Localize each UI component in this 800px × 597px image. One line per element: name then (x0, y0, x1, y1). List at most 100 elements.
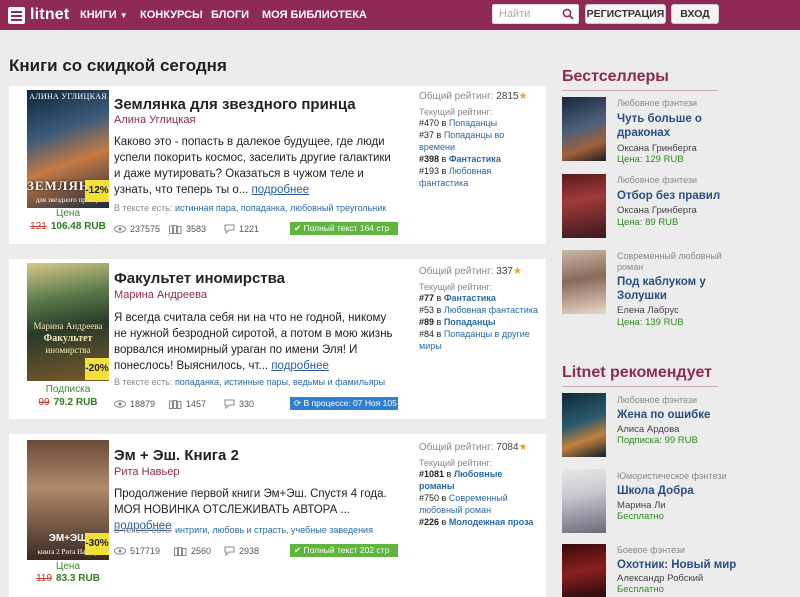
rank-in: в (439, 517, 449, 527)
site-logo[interactable]: litnet (8, 5, 69, 25)
nav-item-my-library[interactable]: МОЯ БИБЛИОТЕКА (262, 9, 367, 21)
book-cover[interactable]: Марина Андреева Факультет иномирства -20… (27, 263, 109, 381)
rank-line: #398 в Фантастика (419, 153, 539, 165)
overall-rating: Общий рейтинг: 7084★ (419, 442, 539, 453)
eye-icon (114, 225, 126, 233)
rank-line: #37 в Попаданцы во времени (419, 129, 539, 153)
status-badge: ⟳ В процессе: 07 Ноя 105 стр (290, 397, 412, 410)
status-badge: ✔ Полный текст 164 стр (290, 222, 398, 235)
search-input[interactable] (493, 5, 559, 23)
more-link[interactable]: подробнее (271, 360, 329, 372)
book-title[interactable]: Под каблуком у Золушки (617, 275, 742, 303)
rank-number: #470 (419, 118, 440, 128)
rank-number: #1081 (419, 469, 445, 479)
views-stat: 517719 (114, 546, 160, 556)
tags-prefix: В тексте есть: (114, 525, 173, 535)
book-cover[interactable] (562, 393, 606, 457)
old-price: 99 (38, 397, 50, 408)
login-button[interactable]: ВХОД (671, 4, 719, 24)
rank-number: #226 (419, 517, 440, 527)
library-count: 1457 (186, 399, 207, 409)
book-cover[interactable] (562, 174, 606, 238)
nav-item-books[interactable]: КНИГИ ▼ (80, 9, 128, 21)
book-title[interactable]: Жена по ошибке (617, 408, 742, 422)
rank-line: #53 в Любовная фантастика (419, 304, 539, 316)
rank-category-link[interactable]: Молодежная проза (449, 517, 534, 527)
current-rating-label: Текущий рейтинг: (419, 458, 493, 468)
rank-in: в (439, 118, 449, 128)
rank-category-link[interactable]: Любовная фантастика (444, 305, 538, 315)
book-title[interactable]: Отбор без правил (617, 189, 742, 203)
search-icon[interactable] (562, 8, 574, 20)
register-button[interactable]: РЕГИСТРАЦИЯ (585, 4, 666, 24)
bestseller-item[interactable]: Любовное фэнтези Отбор без правил Оксана… (562, 174, 742, 244)
rank-category-link[interactable]: Попаданцы (449, 118, 497, 128)
star-icon: ★ (512, 266, 522, 277)
comments-count: 2938 (239, 546, 260, 556)
rank-number: #37 (419, 130, 435, 140)
book-author[interactable]: Марина Андреева (114, 289, 207, 301)
cover-title-text: Факультет (43, 333, 93, 344)
library-count: 3583 (186, 224, 207, 234)
book-title[interactable]: Эм + Эш. Книга 2 (114, 447, 239, 464)
genre-label: Современный любовный роман (617, 251, 722, 272)
genre-label: Любовное фэнтези (617, 395, 698, 405)
bestseller-item[interactable]: Любовное фэнтези Чуть больше о драконах … (562, 97, 742, 167)
book-price: Бесплатно (617, 584, 664, 595)
rank-line: #77 в Фантастика (419, 292, 539, 304)
rank-line: #226 в Молодежная проза (419, 516, 539, 528)
recommended-item[interactable]: Боевое фэнтези Охотник: Новый мир Алекса… (562, 544, 742, 597)
book-cover[interactable]: АЛИНА УГЛИЦКАЯ ЗЕМЛЯНКА для звездного пр… (27, 90, 109, 208)
book-author: Александр Робский (617, 573, 704, 584)
tags-links[interactable]: попаданка, истинные пары, ведьмы и фамил… (175, 377, 385, 387)
book-author[interactable]: Алина Углицкая (114, 114, 195, 126)
comment-icon (224, 224, 235, 234)
book-cover[interactable] (562, 250, 606, 314)
comments-stat: 2938 (224, 546, 259, 556)
recommended-item[interactable]: Юмористическое фэнтези Школа Добра Марин… (562, 469, 742, 539)
rank-category-link[interactable]: Попаданцы (444, 317, 496, 327)
book-cover[interactable] (562, 97, 606, 161)
rating-value: 2815 (496, 91, 519, 102)
book-title[interactable]: Чуть больше о драконах (617, 112, 742, 140)
recommended-item[interactable]: Любовное фэнтези Жена по ошибке Алиса Ар… (562, 393, 742, 463)
book-title[interactable]: Охотник: Новый мир (617, 558, 742, 572)
tags-prefix: В тексте есть: (114, 203, 173, 213)
discount-badge: -30% (85, 533, 109, 555)
tags-links[interactable]: интриги, любовь и страсть, учебные завед… (175, 525, 373, 535)
current-price: 79.2 RUB (53, 397, 98, 408)
views-count: 237575 (130, 224, 161, 234)
description-text: Я всегда считала себя ни на что не годно… (114, 312, 393, 372)
nav-label: КНИГИ (80, 9, 117, 21)
nav-item-contests[interactable]: КОНКУРСЫ (140, 9, 203, 21)
book-author[interactable]: Рита Навьер (114, 466, 179, 478)
discount-badge: -20% (85, 358, 109, 380)
more-link[interactable]: подробнее (252, 184, 310, 196)
book-title[interactable]: Землянка для звездного принца (114, 96, 356, 113)
library-stat: 1457 (169, 399, 206, 409)
price-label: Подписка (45, 384, 91, 395)
comments-stat: 330 (224, 399, 254, 409)
book-title[interactable]: Школа Добра (617, 484, 742, 498)
book-cover[interactable] (562, 544, 606, 597)
views-count: 517719 (130, 546, 161, 556)
views-stat: 237575 (114, 224, 160, 234)
bestseller-item[interactable]: Современный любовный роман Под каблуком … (562, 250, 742, 328)
current-rating-label: Текущий рейтинг: (419, 282, 493, 292)
search-box (492, 4, 579, 24)
tags-links[interactable]: истинная пара, попаданка, любовный треуг… (175, 203, 386, 213)
rank-category-link[interactable]: Фантастика (449, 154, 501, 164)
book-title[interactable]: Факультет иномирства (114, 270, 285, 287)
page-title: Книги со скидкой сегодня (9, 56, 227, 75)
current-rating-label: Текущий рейтинг: (419, 107, 493, 117)
book-cover[interactable] (562, 469, 606, 533)
top-navigation-bar: litnet КНИГИ ▼ КОНКУРСЫ БЛОГИ МОЯ БИБЛИОТ… (0, 0, 800, 30)
divider (562, 386, 718, 387)
nav-item-blogs[interactable]: БЛОГИ (211, 9, 249, 21)
book-cover[interactable]: ЭМ+ЭШ книга 2 Рита Навьер -30% (27, 440, 109, 560)
rating-block: Общий рейтинг: 337★ Текущий рейтинг: #77… (419, 266, 539, 352)
rank-category-link[interactable]: Фантастика (444, 293, 496, 303)
rank-in: в (434, 305, 444, 315)
views-count: 18879 (130, 399, 156, 409)
rank-in: в (434, 293, 444, 303)
